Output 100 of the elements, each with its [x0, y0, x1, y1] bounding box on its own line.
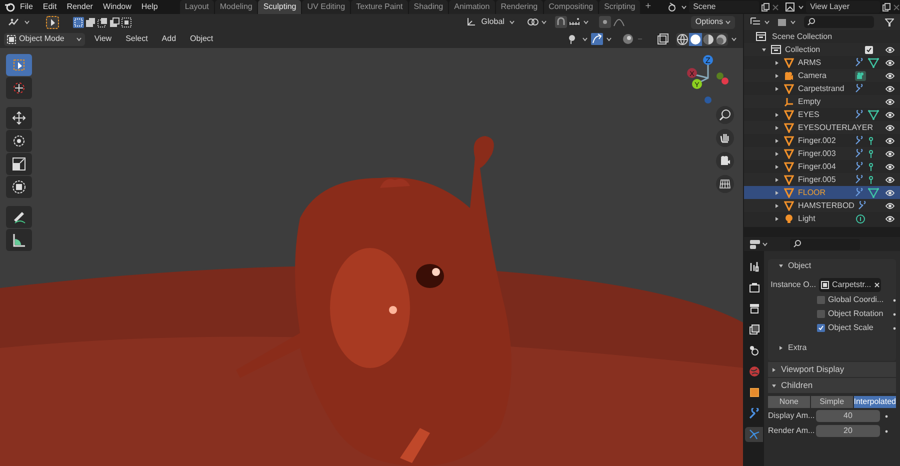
annotate-pen-tool[interactable]: [6, 206, 32, 228]
eye-icon[interactable]: [885, 98, 895, 106]
expand-arrow-icon[interactable]: [774, 150, 780, 156]
copy-icon[interactable]: [761, 2, 770, 12]
scale-tool[interactable]: [6, 153, 32, 175]
blender-logo-icon[interactable]: [4, 2, 15, 12]
display-mode-icon[interactable]: [750, 17, 762, 27]
falloff-curve-icon[interactable]: [613, 17, 626, 27]
subpanel-title[interactable]: Extra: [788, 342, 807, 354]
grid-icon[interactable]: [716, 175, 734, 193]
rendered-shading-icon[interactable]: [715, 32, 728, 46]
zoom-icon[interactable]: [716, 106, 734, 124]
view-layer-field[interactable]: View Layer: [806, 1, 880, 13]
eye-icon[interactable]: [885, 58, 895, 66]
keyframe-dot-icon[interactable]: [893, 326, 896, 330]
expand-arrow-icon[interactable]: [774, 176, 780, 182]
outliner-row[interactable]: FLOOR: [744, 186, 900, 199]
menu-item[interactable]: Render: [62, 1, 98, 13]
eye-icon[interactable]: [885, 176, 895, 184]
workspace-tab[interactable]: Texture Paint: [351, 0, 408, 14]
orientation-dropdown[interactable]: Global: [478, 16, 508, 28]
expanded-arrow-icon[interactable]: [771, 382, 777, 388]
extend-selection-icon[interactable]: [85, 16, 96, 28]
collection-label[interactable]: Collection: [785, 44, 820, 56]
outliner-search-field[interactable]: [804, 16, 874, 28]
expand-arrow-icon[interactable]: [761, 46, 767, 52]
checkbox[interactable]: [817, 310, 825, 318]
number-field[interactable]: 40: [816, 410, 880, 422]
menu-item[interactable]: Help: [136, 1, 163, 13]
workspace-tab[interactable]: Layout: [180, 0, 214, 14]
expand-arrow-icon[interactable]: [774, 164, 780, 170]
eye-icon[interactable]: [885, 72, 895, 80]
expand-arrow-icon[interactable]: [774, 112, 780, 118]
solid-shading-icon[interactable]: [689, 32, 702, 46]
header-menu[interactable]: Add: [156, 32, 182, 46]
properties-search-field[interactable]: [790, 238, 860, 250]
image-icon[interactable]: [785, 2, 796, 12]
keyframe-dot-icon[interactable]: [893, 298, 896, 302]
header-menu[interactable]: Select: [120, 32, 153, 46]
eye-icon[interactable]: [885, 150, 895, 158]
workspace-tab[interactable]: Animation: [449, 0, 495, 14]
menu-item[interactable]: Edit: [38, 1, 62, 13]
add-workspace-button[interactable]: +: [641, 0, 656, 14]
menu-item[interactable]: Window: [98, 1, 136, 13]
rotate-tool[interactable]: [6, 130, 32, 152]
collapsed-arrow-icon[interactable]: [771, 366, 777, 372]
panel-title[interactable]: Object: [788, 260, 812, 272]
header-menu[interactable]: Object: [185, 32, 218, 46]
camera-icon[interactable]: [716, 152, 734, 170]
expanded-arrow-icon[interactable]: [778, 263, 784, 269]
mode-dropdown[interactable]: Object Mode: [4, 32, 86, 46]
eye-icon[interactable]: [885, 162, 895, 170]
expand-arrow-icon[interactable]: [774, 60, 780, 66]
checkbox[interactable]: [817, 296, 825, 304]
workspace-tab[interactable]: UV Editing: [302, 0, 350, 14]
expand-arrow-icon[interactable]: [774, 124, 780, 130]
wireframe-shading-icon[interactable]: [676, 32, 689, 46]
material-shading-icon[interactable]: [702, 32, 715, 46]
select-box-tool[interactable]: [6, 54, 32, 76]
expand-arrow-icon[interactable]: [774, 216, 780, 222]
workspace-tab[interactable]: Compositing: [544, 0, 598, 14]
instance-object-field[interactable]: Carpetstr...: [819, 278, 881, 292]
workspace-tab[interactable]: Modeling: [214, 0, 258, 14]
pivot-icon[interactable]: [527, 17, 540, 27]
proportional-edit-icon[interactable]: [599, 16, 612, 28]
eye-icon[interactable]: [885, 214, 895, 222]
scene-collection-label[interactable]: Scene Collection: [772, 30, 832, 42]
intersect-selection-icon[interactable]: [121, 16, 132, 28]
snap-increment-icon[interactable]: [569, 17, 582, 27]
subtract-selection-icon[interactable]: [97, 16, 108, 28]
workspace-tab[interactable]: Scripting: [599, 0, 640, 14]
checkbox[interactable]: [817, 324, 825, 332]
filter-icon[interactable]: [885, 18, 894, 26]
options-button[interactable]: Options: [691, 16, 735, 28]
eye-icon[interactable]: [885, 136, 895, 144]
hand-icon[interactable]: [716, 129, 734, 147]
keyframe-dot-icon[interactable]: [885, 430, 888, 432]
eye-icon[interactable]: [885, 124, 895, 132]
copy-icon[interactable]: [882, 2, 892, 12]
select-tool-icon[interactable]: [46, 16, 59, 28]
expand-arrow-icon[interactable]: [774, 138, 780, 144]
overlay-icon[interactable]: [622, 33, 634, 45]
expand-arrow-icon[interactable]: [774, 72, 780, 78]
eye-icon[interactable]: [885, 110, 895, 118]
cursor-tool[interactable]: [6, 77, 32, 99]
xray-icon[interactable]: [657, 33, 669, 45]
keyframe-dot-icon[interactable]: [893, 312, 896, 316]
scene-field[interactable]: Scene: [689, 1, 760, 13]
transform-axes-icon[interactable]: [466, 17, 476, 27]
ruler-tool[interactable]: [6, 229, 32, 251]
exclude-checkbox[interactable]: [865, 46, 873, 54]
gizmo-toggle-icon[interactable]: [591, 33, 603, 45]
expand-arrow-icon[interactable]: [774, 202, 780, 208]
header-menu[interactable]: View: [89, 32, 117, 46]
eye-icon[interactable]: [885, 202, 895, 210]
invert-selection-icon[interactable]: [109, 16, 120, 28]
keyframe-dot-icon[interactable]: [885, 414, 888, 418]
menu-item[interactable]: File: [15, 1, 38, 13]
eye-icon[interactable]: [885, 46, 895, 54]
segment-toggle[interactable]: Interpolated: [854, 396, 896, 408]
